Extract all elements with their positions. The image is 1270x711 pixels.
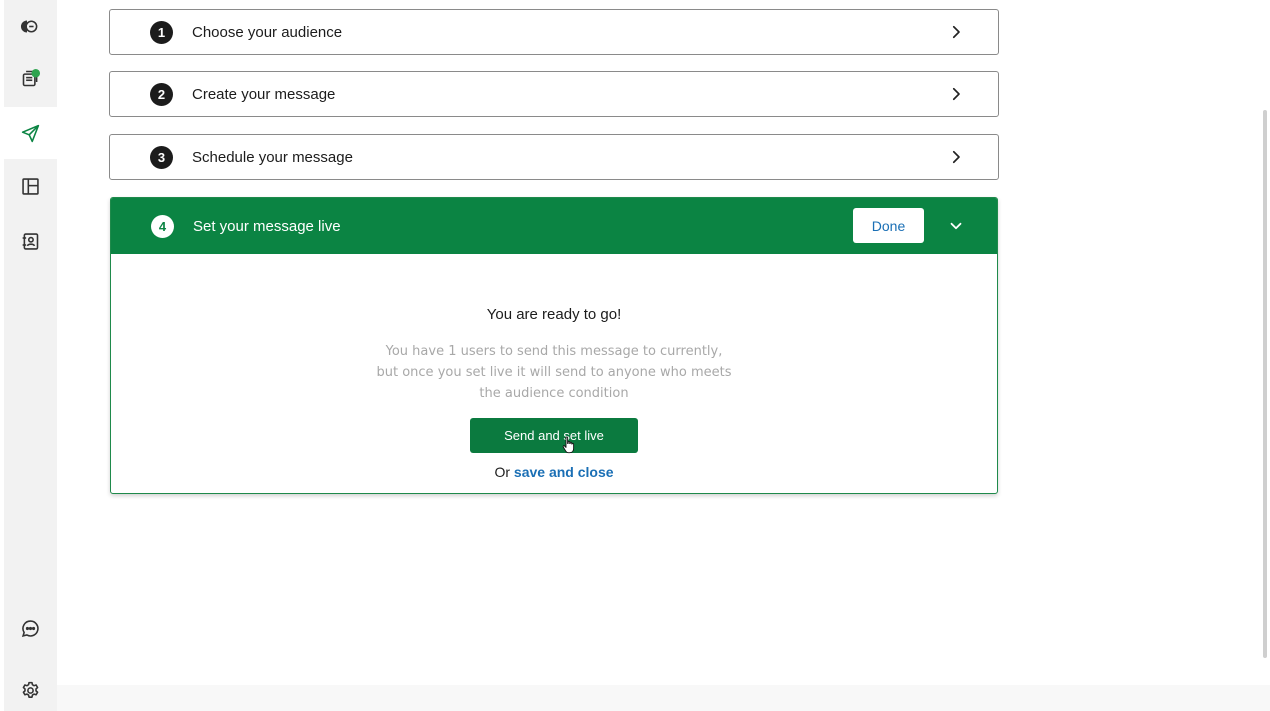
chat-bubbles-icon xyxy=(21,19,38,33)
sidebar-item-messages[interactable] xyxy=(4,107,57,159)
step-number: 3 xyxy=(150,145,173,169)
step-number: 4 xyxy=(151,214,174,238)
done-button[interactable]: Done xyxy=(853,208,924,243)
sidebar-item-layouts[interactable] xyxy=(4,160,57,212)
step-title: Schedule your message xyxy=(192,148,353,166)
step-title: Create your message xyxy=(192,85,336,103)
alternative-action: Or save and close xyxy=(111,464,997,480)
sidebar-item-help[interactable] xyxy=(4,602,57,654)
step-set-live-body: You are ready to go! You have 1 users to… xyxy=(111,306,997,480)
chevron-down-icon[interactable] xyxy=(947,217,965,235)
ready-heading: You are ready to go! xyxy=(486,306,622,323)
step-schedule-message[interactable]: 3 Schedule your message xyxy=(109,134,999,180)
layout-icon xyxy=(22,177,39,195)
hand-cursor-icon xyxy=(562,436,575,454)
save-and-close-link[interactable]: save and close xyxy=(514,464,614,480)
step-title: Choose your audience xyxy=(192,23,343,41)
chevron-right-icon xyxy=(952,150,960,164)
step-choose-audience[interactable]: 1 Choose your audience xyxy=(109,9,999,55)
chevron-right-icon xyxy=(952,25,960,39)
sidebar-item-inbox[interactable] xyxy=(4,52,57,104)
step-set-live-panel: 4 Set your message live Done You are rea… xyxy=(110,197,998,494)
step-title: Set your message live xyxy=(193,217,341,235)
step-set-live-header[interactable]: 4 Set your message live Done xyxy=(111,198,997,254)
inbox-badge-icon xyxy=(22,68,41,86)
bottom-bar xyxy=(57,685,1270,711)
chevron-right-icon xyxy=(952,87,960,101)
send-and-set-live-button[interactable]: Send and set live xyxy=(470,418,638,453)
contact-book-icon xyxy=(22,232,39,250)
chat-dots-icon xyxy=(21,619,39,637)
app-root: 1 Choose your audience 2 Create your mes… xyxy=(0,0,1270,711)
step-create-message[interactable]: 2 Create your message xyxy=(109,71,999,117)
or-label: Or xyxy=(494,464,511,480)
sidebar-item-contacts[interactable] xyxy=(4,215,57,267)
step-number: 1 xyxy=(150,20,173,44)
scrollbar[interactable] xyxy=(1263,110,1267,658)
gear-icon xyxy=(22,681,39,698)
sidebar xyxy=(4,0,57,711)
send-icon xyxy=(21,124,40,142)
step-number: 2 xyxy=(150,82,173,106)
audience-description: You have 1 users to send this message to… xyxy=(376,344,732,401)
sidebar-item-settings[interactable] xyxy=(4,664,57,711)
sidebar-item-conversations[interactable] xyxy=(4,0,57,52)
